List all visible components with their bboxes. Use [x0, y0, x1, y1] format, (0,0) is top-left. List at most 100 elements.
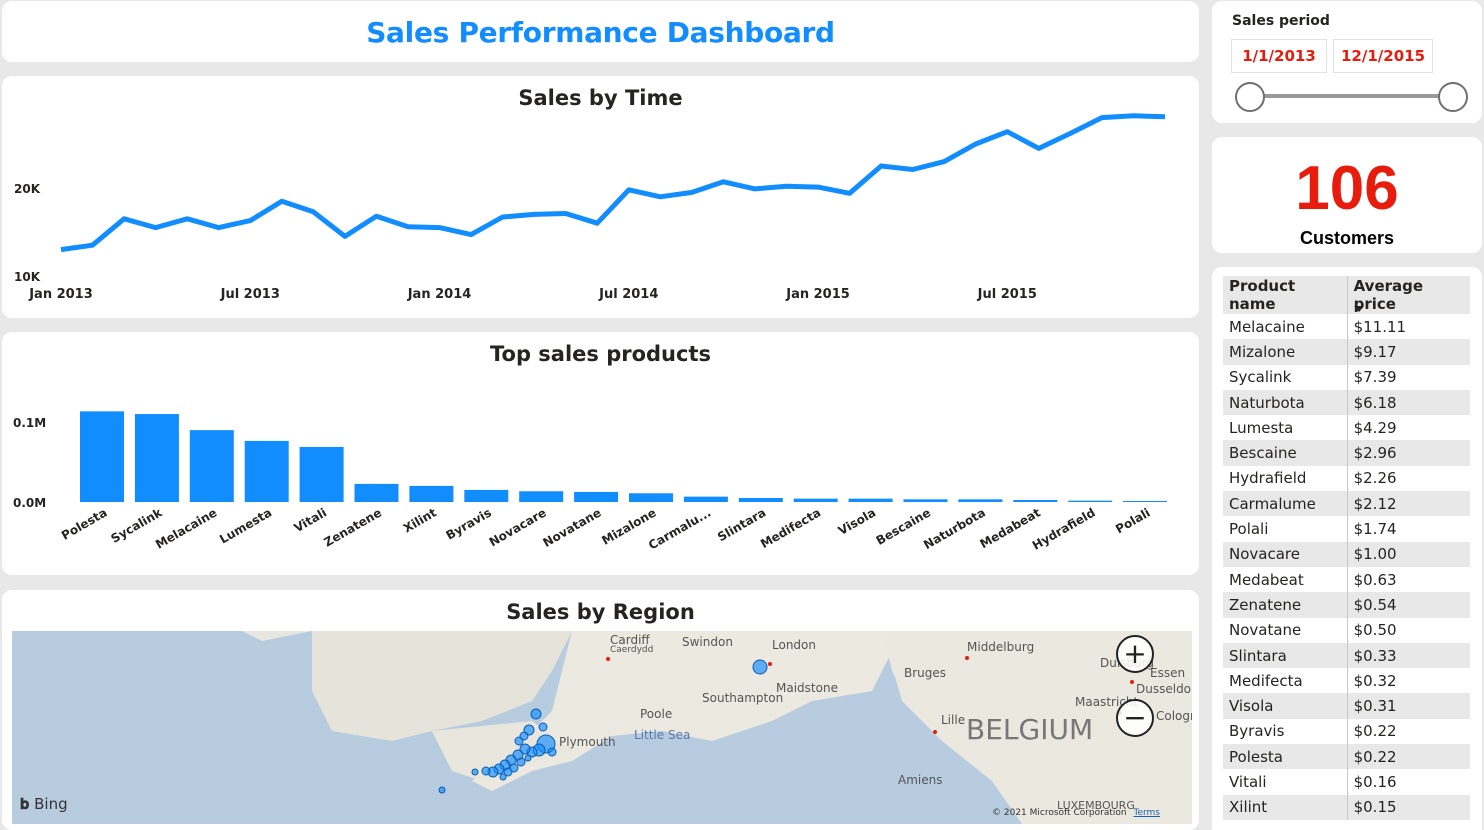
product-name-cell: Medabeat — [1229, 570, 1304, 589]
period-slider-track[interactable] — [1248, 94, 1454, 98]
table-row[interactable]: Visola $0.31 — [1223, 693, 1470, 719]
product-bar[interactable] — [1068, 500, 1113, 502]
table-row[interactable]: Medifecta $0.32 — [1223, 668, 1470, 694]
table-row[interactable]: Medabeat $0.63 — [1223, 566, 1470, 593]
line-point[interactable] — [942, 159, 947, 164]
column-header-average-price[interactable]: Average price — [1346, 276, 1470, 314]
product-bar[interactable] — [409, 485, 454, 502]
line-point[interactable] — [784, 184, 789, 189]
line-point[interactable] — [279, 199, 284, 204]
product-bar[interactable] — [354, 483, 399, 502]
average-price-cell: $0.33 — [1346, 642, 1470, 669]
region-map[interactable]: Cardiff Caerdydd Swindon London Southamp… — [12, 631, 1192, 824]
table-row[interactable]: Mizalone $9.17 — [1223, 339, 1470, 365]
table-row[interactable]: Novatane $0.50 — [1223, 617, 1470, 643]
product-bar[interactable] — [574, 491, 619, 502]
line-point[interactable] — [405, 224, 410, 229]
table-row[interactable]: Xilint $0.15 — [1223, 794, 1470, 820]
slider-end-handle[interactable] — [1438, 82, 1468, 112]
table-row[interactable]: Melacaine $11.11 — [1223, 314, 1470, 340]
line-point[interactable] — [973, 142, 978, 147]
table-row[interactable]: Novacare $1.00 — [1223, 541, 1470, 567]
product-price-table-card[interactable]: Product name Average price Melacaine $11.… — [1212, 267, 1482, 830]
line-point[interactable] — [342, 234, 347, 239]
column-header-product-name[interactable]: Product name — [1223, 276, 1348, 314]
line-point[interactable] — [500, 215, 505, 220]
line-point[interactable] — [374, 214, 379, 219]
table-row[interactable]: Carmalume $2.12 — [1223, 491, 1470, 517]
product-price-table[interactable]: Product name Average price Melacaine $11.… — [1223, 276, 1470, 820]
line-point[interactable] — [595, 221, 600, 226]
product-bar[interactable] — [793, 498, 838, 502]
sales-line-series[interactable] — [60, 113, 1166, 253]
product-bar[interactable] — [629, 493, 673, 502]
zoom-out-button[interactable]: − — [1116, 699, 1154, 737]
table-row[interactable]: Zenatene $0.54 — [1223, 592, 1470, 618]
table-row[interactable]: Polali $1.74 — [1223, 516, 1470, 542]
table-row[interactable]: Polesta $0.22 — [1223, 744, 1470, 770]
line-point[interactable] — [721, 179, 726, 184]
line-point[interactable] — [626, 187, 631, 192]
line-point[interactable] — [122, 216, 127, 221]
end-date-input[interactable]: 12/1/2015 — [1333, 39, 1433, 73]
product-bar[interactable] — [299, 446, 344, 502]
line-point[interactable] — [910, 167, 915, 172]
line-point[interactable] — [816, 185, 821, 190]
table-row[interactable]: Naturbota $6.18 — [1223, 389, 1470, 416]
table-row[interactable]: Lumesta $4.29 — [1223, 415, 1470, 441]
map-bubbles[interactable] — [12, 631, 1192, 824]
line-point[interactable] — [248, 218, 253, 223]
line-point[interactable] — [90, 243, 95, 248]
product-bar[interactable] — [848, 498, 893, 502]
start-date-input[interactable]: 1/1/2013 — [1231, 39, 1327, 73]
top-sales-products-card[interactable]: Top sales products 0.1M 0.0M Polesta Sycali… — [2, 332, 1199, 575]
line-point[interactable] — [658, 194, 663, 199]
slider-start-handle[interactable] — [1235, 82, 1265, 112]
table-row[interactable]: Bescaine $2.96 — [1223, 440, 1470, 466]
line-point[interactable] — [1068, 131, 1073, 136]
line-point[interactable] — [1005, 129, 1010, 134]
line-point[interactable] — [469, 232, 474, 237]
line-point[interactable] — [311, 209, 316, 214]
line-point[interactable] — [532, 212, 537, 217]
line-point[interactable] — [153, 225, 158, 230]
sales-by-time-chart[interactable]: 10K 20K Jan 2013 Jul 2013 Jan 2014 Jul 2014 Ja… — [2, 76, 1199, 318]
zoom-in-button[interactable]: + — [1116, 635, 1154, 673]
product-bar[interactable] — [738, 497, 783, 502]
table-row[interactable]: Vitali $0.16 — [1223, 769, 1470, 795]
line-point[interactable] — [563, 211, 568, 216]
product-bar[interactable] — [958, 499, 1003, 502]
line-point[interactable] — [847, 191, 852, 196]
line-point[interactable] — [689, 190, 694, 195]
line-point[interactable] — [752, 186, 757, 191]
product-bar[interactable] — [244, 440, 289, 502]
line-point[interactable] — [1163, 114, 1168, 119]
terms-link[interactable]: Terms — [1133, 808, 1160, 818]
line-point[interactable] — [879, 164, 884, 169]
product-bar[interactable] — [683, 496, 728, 502]
table-row[interactable]: Byravis $0.22 — [1223, 718, 1470, 745]
table-row[interactable]: Hydrafield $2.26 — [1223, 465, 1470, 492]
line-point[interactable] — [1131, 113, 1136, 118]
sales-period-slicer[interactable]: Sales period 1/1/2013 12/1/2015 — [1212, 1, 1482, 123]
product-bar[interactable] — [519, 491, 564, 502]
line-point[interactable] — [59, 247, 64, 252]
sales-by-time-card[interactable]: Sales by Time 10K 20K Jan 2013 Jul 2013 Jan … — [2, 76, 1199, 318]
product-bar[interactable] — [134, 414, 179, 502]
top-sales-products-chart[interactable]: 0.1M0.0MPolesta SycalinkMelacaineLumesta V… — [2, 332, 1199, 575]
line-point[interactable] — [437, 225, 442, 230]
product-bar[interactable] — [1123, 501, 1168, 502]
product-bar[interactable] — [903, 499, 948, 502]
table-row[interactable]: Slintara $0.33 — [1223, 642, 1470, 669]
product-bar[interactable] — [1013, 499, 1058, 502]
product-bar[interactable] — [464, 489, 509, 502]
product-bar[interactable] — [189, 430, 234, 502]
sales-by-region-card[interactable]: Sales by Region Cardiff Caerdydd Swindon… — [2, 590, 1199, 830]
table-row[interactable]: Sycalink $7.39 — [1223, 364, 1470, 390]
line-point[interactable] — [1036, 146, 1041, 151]
line-point[interactable] — [216, 225, 221, 230]
line-point[interactable] — [185, 216, 190, 221]
product-bar[interactable] — [80, 411, 124, 502]
customers-kpi-card: 106 Customers — [1212, 137, 1482, 253]
line-point[interactable] — [1099, 115, 1104, 120]
